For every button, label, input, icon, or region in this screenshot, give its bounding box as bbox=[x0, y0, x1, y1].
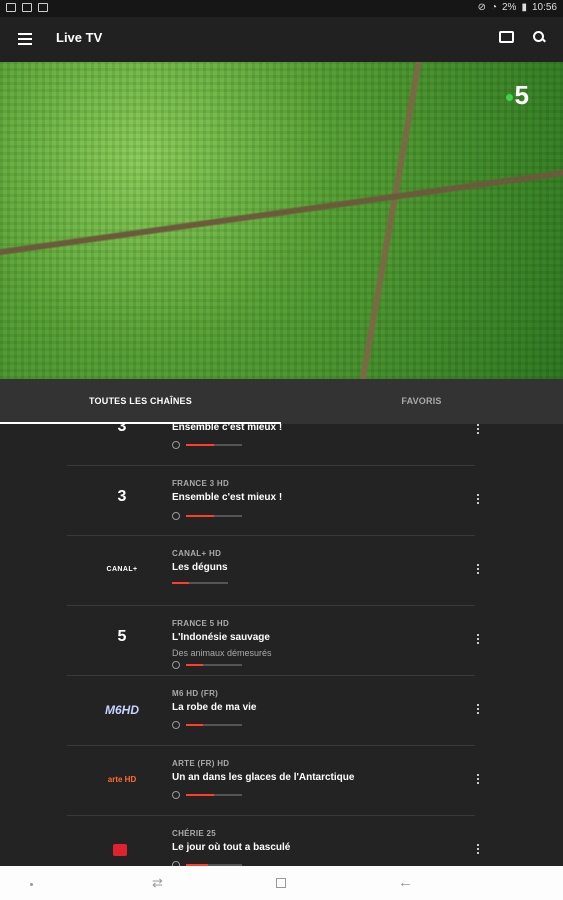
channel-row[interactable]: M6HD M6 HD (FR) La robe de ma vie bbox=[67, 676, 479, 746]
progress-bar bbox=[186, 794, 242, 796]
back-icon[interactable]: ← bbox=[398, 874, 413, 891]
progress-bar bbox=[186, 444, 242, 446]
menu-icon[interactable] bbox=[18, 33, 32, 45]
channel-logo bbox=[113, 844, 127, 856]
battery-icon: ▮ bbox=[521, 2, 527, 13]
program-title: Ensemble c'est mieux ! bbox=[172, 424, 283, 433]
progress-bar bbox=[186, 724, 242, 726]
progress-bar bbox=[172, 582, 228, 584]
recents-switch-icon[interactable]: ⇄ bbox=[152, 875, 163, 891]
channel-row[interactable]: 5 FRANCE 5 HD L'Indonésie sauvage Des an… bbox=[67, 606, 479, 676]
channel-name: CHÉRIE 25 bbox=[172, 829, 217, 838]
channel-row[interactable]: CHÉRIE 25 Le jour où tout a basculé bbox=[67, 816, 479, 866]
notification-icon bbox=[22, 3, 32, 12]
mute-icon: ⊘ bbox=[477, 2, 486, 13]
program-title: Le jour où tout a basculé bbox=[172, 842, 291, 853]
channel-logo-overlay: 5 bbox=[505, 80, 529, 111]
progress-bar bbox=[186, 664, 242, 666]
program-subtitle: Des animaux démesurés bbox=[172, 648, 272, 658]
more-options-icon[interactable] bbox=[477, 704, 481, 718]
clock-icon bbox=[172, 441, 180, 449]
channel-name: FRANCE 3 HD bbox=[172, 479, 230, 488]
progress-bar bbox=[186, 515, 242, 517]
system-navigation-bar: ⇄ ← bbox=[0, 866, 563, 900]
notification-icon bbox=[38, 3, 48, 12]
clock-icon bbox=[172, 512, 180, 520]
notification-icon bbox=[6, 3, 16, 12]
app-bar: Live TV bbox=[0, 17, 563, 62]
more-options-icon[interactable] bbox=[477, 494, 481, 508]
more-options-icon[interactable] bbox=[477, 424, 481, 438]
channel-name: FRANCE 5 HD bbox=[172, 619, 230, 628]
channel-logo: arte HD bbox=[107, 775, 137, 784]
channel-logo: 5 bbox=[117, 628, 127, 645]
wifi-icon: ◔ bbox=[490, 2, 497, 13]
channel-logo: M6HD bbox=[104, 703, 139, 717]
home-icon[interactable] bbox=[276, 878, 286, 888]
channel-name: CANAL+ HD bbox=[172, 549, 222, 558]
tab-bar: TOUTES LES CHAÎNES FAVORIS bbox=[0, 379, 563, 424]
more-options-icon[interactable] bbox=[477, 634, 481, 648]
tab-all-channels[interactable]: TOUTES LES CHAÎNES bbox=[0, 379, 281, 424]
more-options-icon[interactable] bbox=[477, 844, 481, 858]
channel-row[interactable]: arte HD ARTE (FR) HD Un an dans les glac… bbox=[67, 746, 479, 816]
cast-icon[interactable] bbox=[499, 31, 514, 43]
channel-row[interactable]: 3 Ensemble c'est mieux ! bbox=[67, 424, 479, 466]
navigation-dot-icon bbox=[30, 883, 33, 886]
notification-icons bbox=[6, 3, 48, 12]
program-title: Les déguns bbox=[172, 562, 228, 573]
clock-icon bbox=[172, 661, 180, 669]
channel-row[interactable]: CANAL+ CANAL+ HD Les déguns bbox=[67, 536, 479, 606]
clock-icon bbox=[172, 721, 180, 729]
clock-icon bbox=[172, 791, 180, 799]
battery-level: 2% bbox=[502, 2, 517, 13]
channel-list[interactable]: 3 Ensemble c'est mieux ! 3 FRANCE 3 HD E… bbox=[0, 424, 563, 866]
program-title: La robe de ma vie bbox=[172, 702, 257, 713]
channel-logo: 3 bbox=[117, 488, 127, 505]
page-title: Live TV bbox=[56, 30, 103, 45]
tab-favorites[interactable]: FAVORIS bbox=[281, 379, 562, 424]
program-title: Ensemble c'est mieux ! bbox=[172, 492, 283, 503]
channel-logo: CANAL+ bbox=[106, 566, 138, 573]
video-player[interactable]: 5 bbox=[0, 62, 563, 379]
program-title: L'Indonésie sauvage bbox=[172, 632, 270, 643]
clock-time: 10:56 bbox=[531, 2, 557, 13]
search-icon[interactable] bbox=[533, 31, 544, 42]
system-icons: ⊘ ◔ 2% ▮ 10:56 bbox=[478, 2, 557, 13]
status-bar: ⊘ ◔ 2% ▮ 10:56 bbox=[0, 0, 563, 17]
channel-name: ARTE (FR) HD bbox=[172, 759, 230, 768]
more-options-icon[interactable] bbox=[477, 564, 481, 578]
program-title: Un an dans les glaces de l'Antarctique bbox=[172, 772, 355, 783]
channel-row[interactable]: 3 FRANCE 3 HD Ensemble c'est mieux ! bbox=[67, 466, 479, 536]
channel-logo: 3 bbox=[117, 424, 127, 435]
more-options-icon[interactable] bbox=[477, 774, 481, 788]
channel-name: M6 HD (FR) bbox=[172, 689, 219, 698]
